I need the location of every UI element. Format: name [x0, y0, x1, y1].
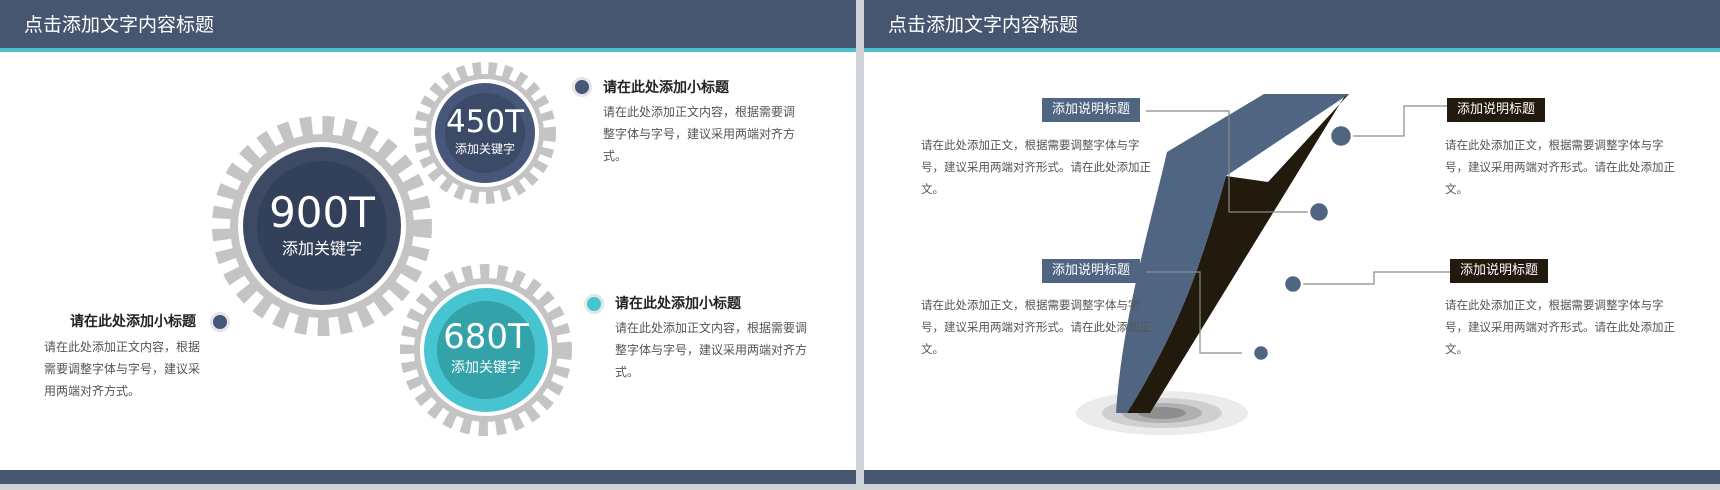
- footer-bar: [0, 470, 856, 484]
- gear-big-value: 900T: [269, 188, 375, 237]
- gear-top-keyword: 添加关键字: [454, 142, 515, 156]
- tag-bottom-right[interactable]: 添加说明标题: [1450, 259, 1549, 283]
- bullet-dot-left: [210, 312, 230, 332]
- slide-left: 点击添加文字内容标题 900T 添加关键字 450T 添加关键字 680T 添加…: [0, 0, 856, 490]
- gear-top-value: 450T: [445, 104, 525, 140]
- text-top-right[interactable]: 请在此处添加正文，根据需要调整字体与字号，建议采用两端对齐形式。请在此处添加正文…: [1445, 134, 1675, 200]
- item-top-heading[interactable]: 请在此处添加小标题: [603, 77, 729, 97]
- item-left-heading[interactable]: 请在此处添加小标题: [70, 311, 196, 331]
- gear-bottom-value: 680T: [443, 317, 529, 357]
- slide-right: 点击添加文字内容标题 添加说明标题 请在此处添加正文，根据需要调整字体与字号，建…: [864, 0, 1720, 490]
- gear-big-keyword: 添加关键字: [281, 239, 362, 258]
- footer-bar: [864, 470, 1720, 484]
- tag-top-right[interactable]: 添加说明标题: [1447, 98, 1546, 122]
- text-bottom-left[interactable]: 请在此处添加正文，根据需要调整字体与字号，建议采用两端对齐形式。请在此处添加正文…: [921, 294, 1151, 360]
- arrow-shadow: [1076, 391, 1248, 435]
- item-left-body[interactable]: 请在此处添加正文内容，根据需要调整字体与字号，建议采用两端对齐方式。: [44, 336, 206, 402]
- bullet-dot-top: [572, 77, 592, 97]
- tag-bottom-left[interactable]: 添加说明标题: [1042, 259, 1141, 283]
- arrow-graphic: [1076, 94, 1461, 435]
- text-bottom-right[interactable]: 请在此处添加正文，根据需要调整字体与字号，建议采用两端对齐形式。请在此处添加正文…: [1445, 294, 1675, 360]
- gear-bottom-keyword: 添加关键字: [451, 360, 521, 376]
- footer-strip: [864, 484, 1720, 490]
- text-top-left[interactable]: 请在此处添加正文，根据需要调整字体与字号，建议采用两端对齐形式。请在此处添加正文…: [921, 134, 1151, 200]
- item-top-body[interactable]: 请在此处添加正文内容，根据需要调整字体与字号，建议采用两端对齐方式。: [603, 101, 803, 167]
- item-bottom-body[interactable]: 请在此处添加正文内容，根据需要调整字体与字号，建议采用两端对齐方式。: [615, 317, 815, 383]
- gears-graphic: [212, 62, 572, 436]
- footer-strip: [0, 484, 856, 490]
- bullet-dot-bottom: [584, 294, 604, 314]
- tag-top-left[interactable]: 添加说明标题: [1042, 98, 1141, 122]
- item-bottom-heading[interactable]: 请在此处添加小标题: [615, 293, 741, 313]
